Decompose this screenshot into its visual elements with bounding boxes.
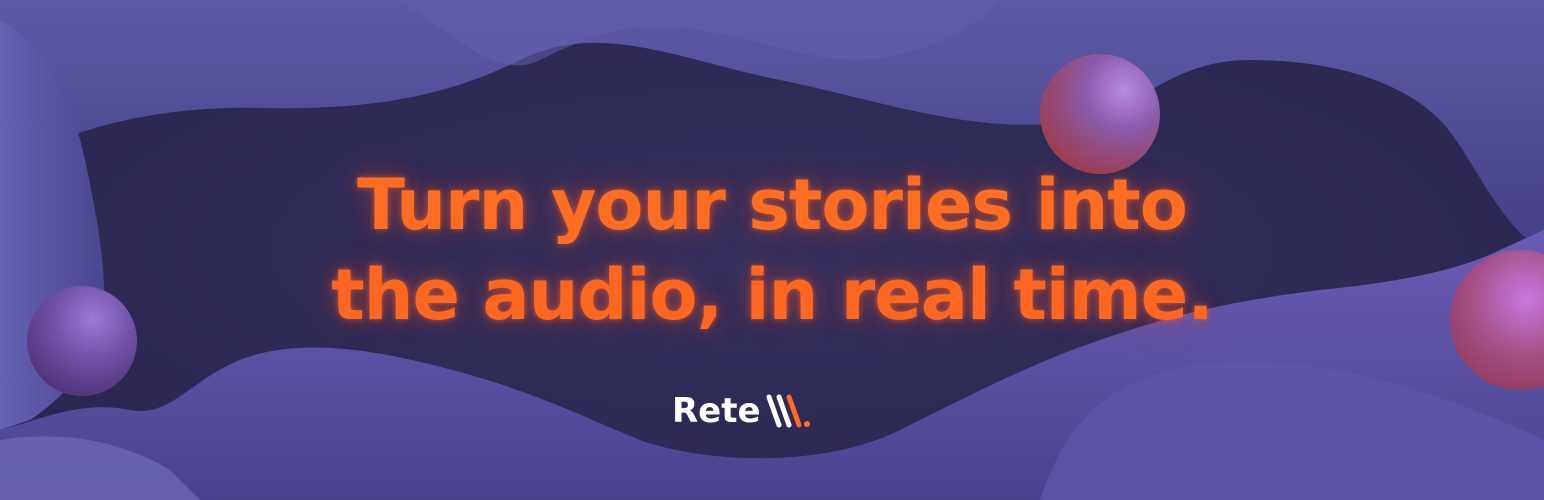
sphere-top-right <box>1040 54 1160 174</box>
retell-logo: Rete <box>672 387 823 435</box>
headline-line-1: Turn your stories into <box>357 164 1188 246</box>
headline: Turn your stories into the audio, in rea… <box>0 160 1544 340</box>
headline-line-2: the audio, in real time. <box>331 254 1214 336</box>
logo-wordmark: Rete <box>672 391 761 431</box>
hero-banner: Turn your stories into the audio, in rea… <box>0 0 1544 500</box>
triple-slash-orange-mark-icon <box>766 394 810 428</box>
